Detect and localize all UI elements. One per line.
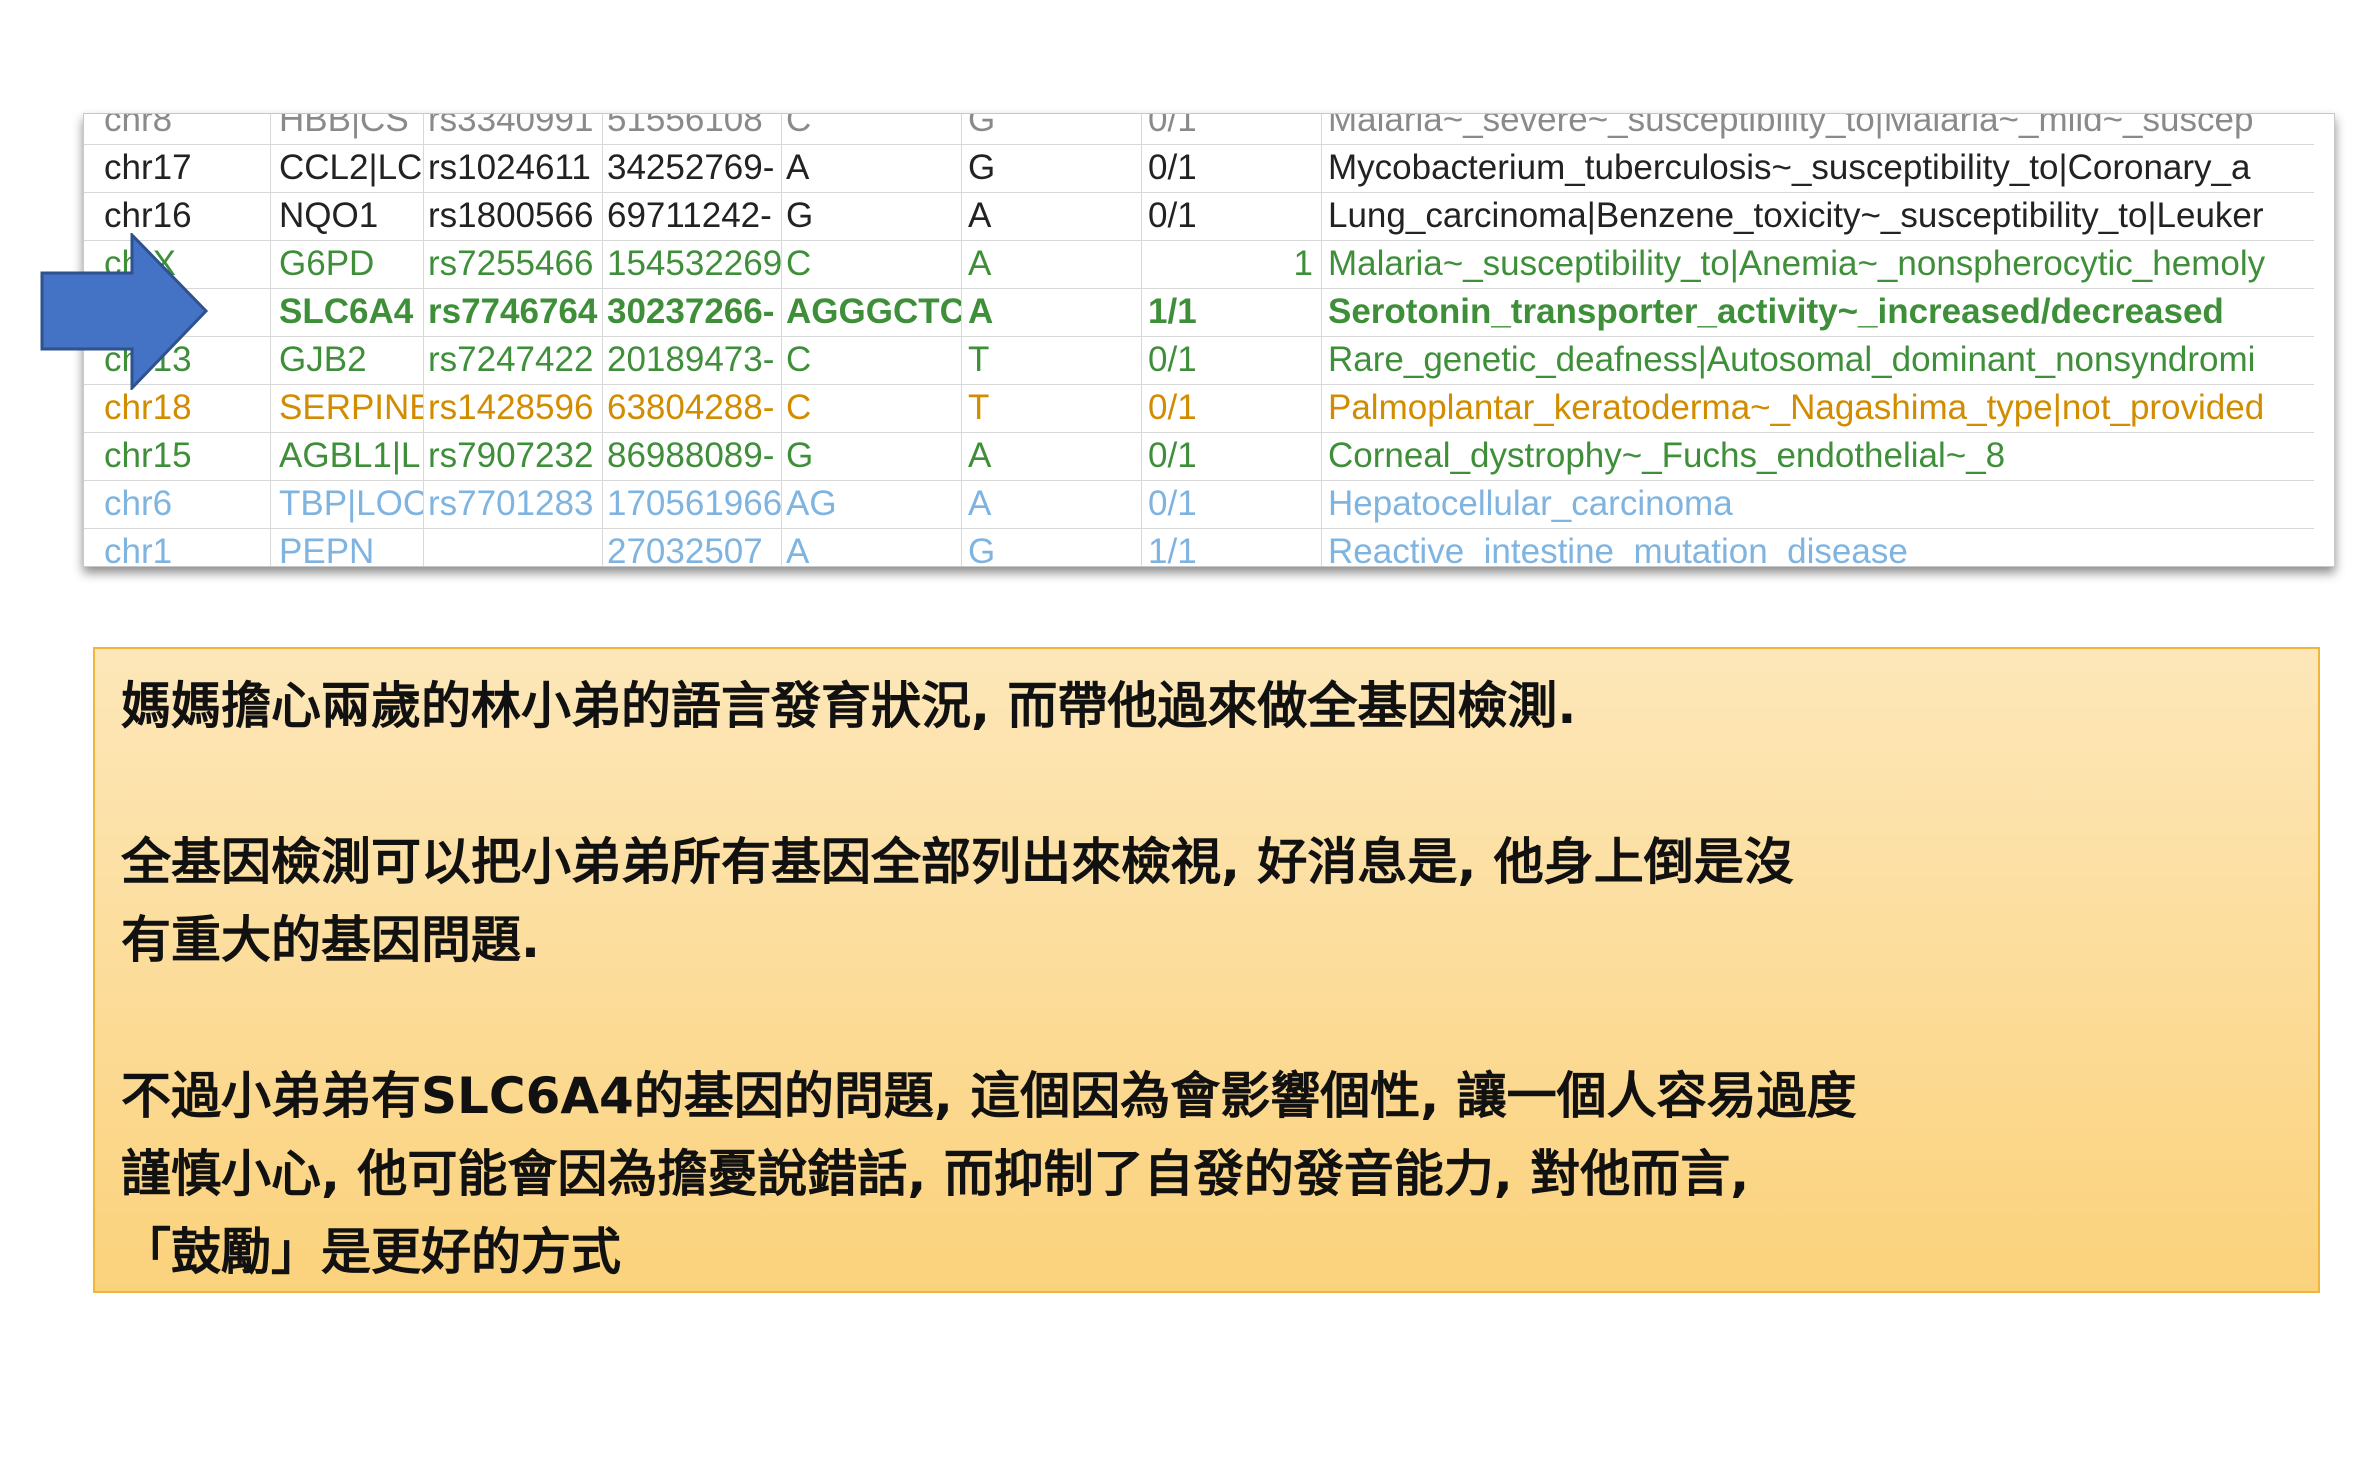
cell-description: Palmoplantar_keratoderma~_Nagashima_type… bbox=[1328, 388, 2265, 427]
cell-gene: PEPN bbox=[271, 528, 424, 566]
cell-chromosome: chr15 bbox=[84, 432, 271, 480]
cell-description: Hepatocellular_carcinoma bbox=[1328, 484, 1733, 523]
cell-chromosome: chr8 bbox=[84, 114, 271, 144]
note-paragraph-2-line-1: 全基因檢測可以把小弟弟所有基因全部列出來檢視, 好消息是, 他身上倒是沒 bbox=[121, 833, 1794, 891]
cell-rsid: rs3340991 bbox=[424, 114, 603, 144]
cell-alt: G bbox=[962, 144, 1142, 192]
cell-genotype: 1 bbox=[1142, 240, 1322, 288]
table-row: chrXG6PDrs7255466154532269CA1Malaria~_su… bbox=[84, 240, 2314, 289]
cell-rsid: rs1800566 bbox=[424, 192, 603, 240]
cell-gene: SERPINB bbox=[271, 384, 424, 432]
note-paragraph-1: 媽媽擔心兩歲的林小弟的語言發育狀況, 而帶他過來做全基因檢測. bbox=[121, 677, 1577, 735]
cell-ref: A bbox=[782, 528, 962, 566]
cell-alt: A bbox=[962, 288, 1142, 336]
right-arrow-icon bbox=[40, 233, 209, 390]
table-row: chr6 TBP|LOC rs7701283 170561966 AG A 0/1 Hepat… bbox=[84, 480, 2314, 529]
table-row: chr17 CCL2|LC rs1024611 34252769- A G 0/1 Mycob… bbox=[84, 144, 2314, 193]
table-row: chr18 SERPINB rs1428596 63804288- C T 0/1 Palmo… bbox=[84, 384, 2314, 433]
cell-rsid: rs7701283 bbox=[424, 480, 603, 528]
note-paragraph-3-line-3: 「鼓勵」是更好的方式 bbox=[121, 1223, 621, 1281]
cell-description: Rare_genetic_deafness|Autosomal_dominant… bbox=[1328, 340, 2256, 379]
table-row: chr1 PEPN 27032507 A G 1/1 Reactive_intestine_… bbox=[84, 528, 2314, 567]
cell-gene: SLC6A4 bbox=[271, 288, 424, 336]
cell-alt: T bbox=[962, 384, 1142, 432]
cell-chromosome: chr18 bbox=[84, 384, 271, 432]
cell-position: 154532269 bbox=[603, 240, 782, 288]
cell-genotype: 0/1 bbox=[1142, 144, 1322, 192]
cell-description: Mycobacterium_tuberculosis~_susceptibili… bbox=[1328, 148, 2251, 187]
cell-ref: AG bbox=[782, 480, 962, 528]
cell-chromosome: chr1 bbox=[84, 528, 271, 566]
cell-gene: G6PD bbox=[271, 240, 424, 288]
cell-position: 51556108 bbox=[603, 114, 782, 144]
cell-position: 27032507 bbox=[603, 528, 782, 566]
cell-alt: A bbox=[962, 480, 1142, 528]
cell-genotype: 0/1 bbox=[1142, 114, 1322, 144]
cell-ref: G bbox=[782, 432, 962, 480]
cell-position: 30237266- bbox=[603, 288, 782, 336]
cell-ref: C bbox=[782, 336, 962, 384]
cell-genotype: 0/1 bbox=[1142, 480, 1322, 528]
cell-description: Corneal_dystrophy~_Fuchs_endothelial~_8 bbox=[1328, 436, 2006, 475]
cell-genotype: 1/1 bbox=[1142, 528, 1322, 566]
cell-rsid: rs7746764 bbox=[424, 288, 603, 336]
cell-rsid: rs7255466 bbox=[424, 240, 603, 288]
cell-description: Malaria~_severe~_susceptibility_to|Malar… bbox=[1328, 113, 2254, 139]
cell-position: 20189473- bbox=[603, 336, 782, 384]
cell-ref: C bbox=[782, 240, 962, 288]
cell-chromosome: chr17 bbox=[84, 144, 271, 192]
cell-alt: A bbox=[962, 240, 1142, 288]
cell-rsid: rs7247422 bbox=[424, 336, 603, 384]
cell-ref: C bbox=[782, 114, 962, 144]
cell-alt: G bbox=[962, 528, 1142, 566]
cell-description: Malaria~_susceptibility_to|Anemia~_nonsp… bbox=[1328, 244, 2266, 283]
table-row: chr13GJB2rs724742220189473-CT0/1Rare_gen… bbox=[84, 336, 2314, 385]
cell-position: 69711242- bbox=[603, 192, 782, 240]
cell-genotype: 0/1 bbox=[1142, 432, 1322, 480]
cell-ref: A bbox=[782, 144, 962, 192]
cell-genotype: 0/1 bbox=[1142, 336, 1322, 384]
cell-rsid: rs7907232 bbox=[424, 432, 603, 480]
table-row: chr16 NQO1 rs1800566 69711242- G A 0/1 Lung_car… bbox=[84, 192, 2314, 241]
cell-gene: GJB2 bbox=[271, 336, 424, 384]
cell-gene: TBP|LOC bbox=[271, 480, 424, 528]
cell-genotype: 1/1 bbox=[1142, 288, 1322, 336]
table-row: chr8 HBB|CS rs3340991 51556108 C G 0/1 Malaria~… bbox=[84, 113, 2314, 145]
cell-alt: T bbox=[962, 336, 1142, 384]
cell-rsid bbox=[424, 528, 603, 566]
cell-ref: AGGGCTC bbox=[782, 288, 962, 336]
cell-chromosome: chr6 bbox=[84, 480, 271, 528]
cell-rsid: rs1024611 bbox=[424, 144, 603, 192]
cell-description: Lung_carcinoma|Benzene_toxicity~_suscept… bbox=[1328, 196, 2264, 235]
cell-alt: A bbox=[962, 432, 1142, 480]
explanation-note: 媽媽擔心兩歲的林小弟的語言發育狀況, 而帶他過來做全基因檢測. 全基因檢測可以把… bbox=[93, 647, 2320, 1293]
cell-genotype: 0/1 bbox=[1142, 192, 1322, 240]
gene-spreadsheet: chr8 HBB|CS rs3340991 51556108 C G 0/1 Malaria~… bbox=[83, 113, 2335, 567]
cell-description: Serotonin_transporter_activity~_increase… bbox=[1328, 292, 2224, 331]
cell-description: Reactive_intestine_mutation_disease bbox=[1328, 532, 1908, 567]
cell-gene: HBB|CS bbox=[271, 114, 424, 144]
note-paragraph-3-line-2: 謹慎小心, 他可能會因為擔憂說錯話, 而抑制了自發的發音能力, 對他而言, bbox=[121, 1145, 1750, 1203]
cell-rsid: rs1428596 bbox=[424, 384, 603, 432]
cell-alt: A bbox=[962, 192, 1142, 240]
note-paragraph-3-line-1: 不過小弟弟有SLC6A4的基因的問題, 這個因為會影響個性, 讓一個人容易過度 bbox=[121, 1067, 1857, 1125]
note-paragraph-2-line-2: 有重大的基因問題. bbox=[121, 911, 540, 969]
cell-position: 86988089- bbox=[603, 432, 782, 480]
cell-gene: CCL2|LC bbox=[271, 144, 424, 192]
cell-ref: C bbox=[782, 384, 962, 432]
cell-position: 34252769- bbox=[603, 144, 782, 192]
cell-gene: NQO1 bbox=[271, 192, 424, 240]
cell-alt: G bbox=[962, 114, 1142, 144]
cell-genotype: 0/1 bbox=[1142, 384, 1322, 432]
table-row: chr15 AGBL1|L rs7907232 86988089- G A 0/1 Corne… bbox=[84, 432, 2314, 481]
table-row: chr17SLC6A4rs774676430237266-AGGGCTCA1/1… bbox=[84, 288, 2314, 337]
cell-ref: G bbox=[782, 192, 962, 240]
cell-position: 63804288- bbox=[603, 384, 782, 432]
cell-position: 170561966 bbox=[603, 480, 782, 528]
cell-gene: AGBL1|L bbox=[271, 432, 424, 480]
